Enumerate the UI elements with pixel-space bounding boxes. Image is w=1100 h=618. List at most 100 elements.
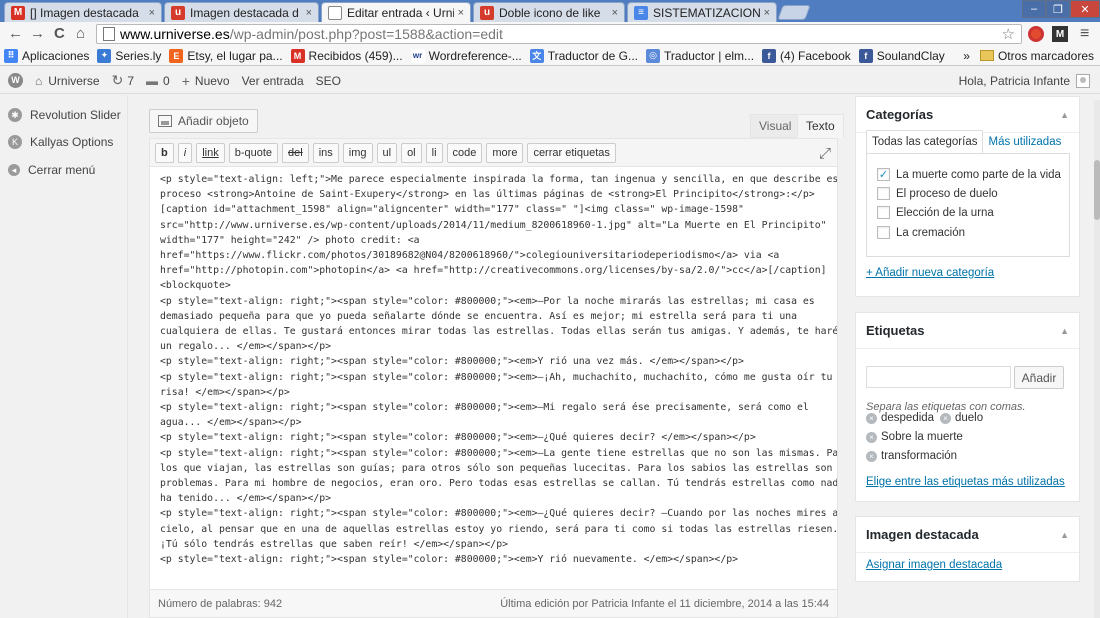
minimize-button[interactable]: – (1022, 0, 1046, 18)
tags-header[interactable]: Etiquetas ▲ (856, 313, 1079, 349)
view-post-link[interactable]: Ver entrada (242, 74, 304, 88)
page-scrollbar[interactable] (1094, 100, 1100, 618)
tab-text[interactable]: Texto (797, 114, 844, 138)
bookmark-seriesly[interactable]: ✦ Series.ly (97, 48, 161, 63)
tag-label: Sobre la muerte (881, 431, 963, 443)
content-textarea[interactable]: <p style="text-align: left;">Me parece e… (150, 167, 837, 589)
close-icon[interactable]: × (612, 7, 618, 19)
menu-item-kallyas-options[interactable]: K Kallyas Options (8, 135, 113, 149)
tab-label: [] Imagen destacada (30, 5, 139, 20)
category-item[interactable]: El proceso de duelo (877, 187, 998, 200)
bookmark-translate-2[interactable]: ◎ Traductor | elm... (646, 48, 754, 63)
browser-tab-urniverse-2[interactable]: u Doble icono de like × (473, 2, 625, 22)
qt-ul-button[interactable]: ul (376, 142, 398, 163)
close-icon[interactable]: × (458, 7, 464, 19)
comments-link[interactable]: ▬ 0 (146, 74, 170, 88)
fullscreen-icon[interactable]: ⤢ (819, 145, 831, 162)
browser-tab-docs[interactable]: ≡ SISTEMATIZACIONE × (627, 2, 777, 22)
new-tab-button[interactable] (777, 5, 811, 20)
bookmark-soulandclay[interactable]: f SoulandClay (858, 48, 945, 63)
home-icon[interactable]: ⌂ (76, 25, 85, 43)
menu-item-collapse[interactable]: ◂ Cerrar menú (8, 163, 95, 177)
window-close-button[interactable]: ✕ (1070, 0, 1100, 18)
category-checkbox[interactable]: ✓ (877, 168, 890, 181)
qt-li-button[interactable]: li (425, 142, 443, 163)
category-item[interactable]: ✓ La muerte como parte de la vida (877, 168, 1061, 181)
back-icon[interactable]: ← (8, 25, 23, 43)
set-featured-image-link[interactable]: Asignar imagen destacada (866, 559, 1002, 571)
code-line: risa! </em></span></p> (160, 386, 290, 398)
seo-link[interactable]: SEO (316, 74, 341, 88)
bookmark-etsy[interactable]: E Etsy, el lugar pa... (169, 48, 283, 63)
gmail-extension-icon[interactable]: M (1052, 26, 1068, 42)
tab-popular-categories[interactable]: Más utilizadas (983, 130, 1066, 154)
category-item[interactable]: Elección de la urna (877, 206, 994, 219)
categories-header[interactable]: Categorías ▲ (856, 97, 1079, 133)
new-content-link[interactable]: + Nuevo (182, 73, 230, 89)
qt-close-tags-button[interactable]: cerrar etiquetas (527, 142, 616, 163)
category-label: La muerte como parte de la vida (896, 168, 1061, 181)
browser-tab-gmail[interactable]: M [] Imagen destacada × (4, 2, 162, 22)
bookmark-gmail[interactable]: M Recibidos (459)... (290, 48, 403, 63)
menu-item-revolution-slider[interactable]: ✱ Revolution Slider (8, 108, 121, 122)
tag-item: × despedida (866, 412, 934, 424)
remove-tag-icon[interactable]: × (866, 431, 877, 443)
featured-image-header[interactable]: Imagen destacada ▲ (856, 517, 1079, 553)
wp-logo-icon[interactable]: W (8, 73, 23, 88)
site-name-link[interactable]: ⌂ Urniverse (35, 74, 100, 88)
remove-tag-icon[interactable]: × (940, 412, 951, 424)
qt-link-button[interactable]: link (196, 142, 225, 163)
category-checkbox[interactable] (877, 206, 890, 219)
browser-tab-urniverse-1[interactable]: u Imagen destacada d × (164, 2, 319, 22)
tab-label: Doble icono de like (499, 5, 601, 20)
bookmark-wordreference[interactable]: wr Wordreference-... (410, 48, 522, 63)
scrollbar-thumb[interactable] (1094, 160, 1100, 220)
close-icon[interactable]: × (764, 7, 770, 19)
adblock-icon[interactable] (1028, 26, 1044, 42)
chrome-menu-icon[interactable]: ≡ (1080, 25, 1089, 43)
category-checkbox[interactable] (877, 187, 890, 200)
code-line: width="177" height="242" /> photo credit… (160, 234, 420, 246)
qt-code-button[interactable]: code (446, 142, 483, 163)
bookmarks-more-icon[interactable]: » (963, 49, 970, 63)
category-checkbox[interactable] (877, 226, 890, 239)
reload-icon[interactable]: C (54, 25, 65, 43)
my-account[interactable]: Hola, Patricia Infante (959, 73, 1090, 88)
qt-italic-button[interactable]: i (177, 142, 193, 163)
remove-tag-icon[interactable]: × (866, 412, 877, 424)
qt-ol-button[interactable]: ol (401, 142, 422, 163)
qt-ins-button[interactable]: ins (312, 142, 339, 163)
close-icon[interactable]: × (149, 7, 155, 19)
code-line: src="http://www.urniverse.es/wp-content/… (160, 219, 827, 231)
tab-visual[interactable]: Visual (750, 114, 801, 138)
remove-tag-icon[interactable]: × (866, 450, 877, 462)
choose-tags-link[interactable]: Elige entre las etiquetas más utilizadas (866, 476, 1065, 488)
add-tag-button[interactable]: Añadir (1014, 366, 1064, 389)
tab-all-categories[interactable]: Todas las categorías (866, 130, 984, 154)
close-icon[interactable]: × (306, 7, 312, 19)
updates-link[interactable]: ↻ 7 (112, 72, 134, 89)
qt-img-button[interactable]: img (342, 142, 373, 163)
bookmark-translate-1[interactable]: 文 Traductor de G... (529, 48, 639, 63)
toggle-arrow-icon[interactable]: ▲ (1060, 110, 1069, 120)
add-media-button[interactable]: Añadir objeto (149, 109, 258, 133)
browser-tab-editar-entrada[interactable]: Editar entrada ‹ Urni × (321, 2, 471, 22)
category-item[interactable]: La cremación (877, 226, 965, 239)
bookmark-apps[interactable]: ⠿ Aplicaciones (4, 48, 89, 63)
qt-bold-button[interactable]: b (155, 142, 174, 163)
bookmark-star-icon[interactable]: ☆ (1002, 25, 1015, 43)
other-bookmarks[interactable]: Otros marcadores (998, 49, 1094, 63)
qt-blockquote-button[interactable]: b-quote (228, 142, 279, 163)
new-tag-input[interactable] (866, 366, 1011, 388)
toggle-arrow-icon[interactable]: ▲ (1060, 530, 1069, 540)
qt-more-button[interactable]: more (486, 142, 524, 163)
forward-icon[interactable]: → (30, 25, 45, 43)
new-label: Nuevo (194, 73, 230, 88)
bookmark-label: Traductor de G... (547, 48, 639, 63)
address-bar[interactable]: www.urniverse.es /wp-admin/post.php?post… (96, 24, 1022, 44)
maximize-button[interactable]: ❐ (1046, 0, 1070, 18)
toggle-arrow-icon[interactable]: ▲ (1060, 326, 1069, 336)
bookmark-facebook[interactable]: f (4) Facebook (762, 48, 851, 63)
add-new-category-link[interactable]: + Añadir nueva categoría (866, 267, 994, 279)
qt-del-button[interactable]: del (282, 142, 309, 163)
